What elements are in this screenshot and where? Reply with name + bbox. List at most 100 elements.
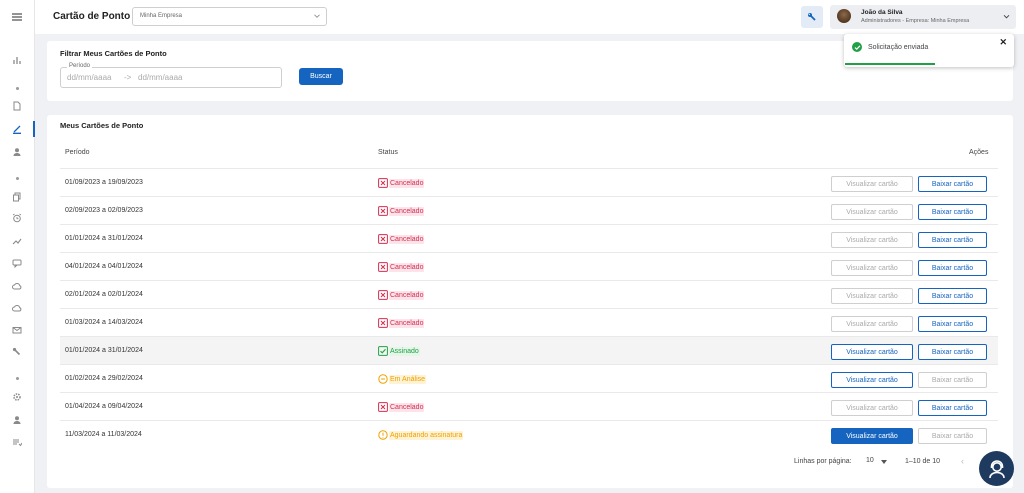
table-row: 01/03/2024 a 14/03/2024 Cancelado Visualiz… [60,308,998,336]
mail-icon[interactable] [10,324,24,336]
rows-per-page-select[interactable]: 10 [866,457,874,464]
alarm-icon[interactable] [10,212,24,224]
column-header-period: Período [65,149,90,156]
status-badge: Cancelado [378,178,425,188]
user-menu[interactable]: João da Silva Administradores - Empresa:… [830,5,1016,29]
tools-button[interactable] [801,6,823,28]
support-agent-icon [988,459,1005,478]
cloud-upload-icon[interactable] [10,280,24,292]
close-icon[interactable]: ✕ [999,37,1007,48]
period-field[interactable]: Período dd/mm/aaaa -> dd/mm/aaaa [60,63,282,88]
status-badge: Aguardando assinatura [378,430,464,440]
view-card-button[interactable]: Visualizar cartão [831,400,913,416]
bar-chart-icon[interactable] [10,54,24,66]
view-card-button[interactable]: Visualizar cartão [831,204,913,220]
list-icon[interactable] [10,436,24,448]
table-row: 01/09/2023 a 19/09/2023 Cancelado Visualiz… [60,168,998,196]
column-header-actions: Ações [969,149,989,156]
download-card-button[interactable]: Baixar cartão [918,288,987,304]
gear-icon[interactable] [10,391,24,403]
company-select[interactable]: Minha Empresa [132,7,327,26]
date-to-input[interactable]: dd/mm/aaaa [138,73,182,82]
download-card-button[interactable]: Baixar cartão [918,260,987,276]
document-icon[interactable] [10,100,24,112]
status-badge: Cancelado [378,262,425,272]
status-text: Em Análise [389,374,427,384]
view-card-button[interactable]: Visualizar cartão [831,428,913,444]
download-card-button[interactable]: Baixar cartão [918,400,987,416]
status-badge: Cancelado [378,234,425,244]
page-title: Cartão de Ponto [53,11,131,22]
chevron-down-icon [314,14,320,18]
status-badge: Cancelado [378,402,425,412]
filter-title: Filtrar Meus Cartões de Ponto [60,49,167,58]
download-card-button[interactable]: Baixar cartão [918,316,987,332]
row-period: 01/04/2024 a 09/04/2024 [65,403,143,410]
view-card-button[interactable]: Visualizar cartão [831,176,913,192]
row-period: 01/09/2023 a 19/09/2023 [65,179,143,186]
download-card-button[interactable]: Baixar cartão [918,372,987,388]
row-period: 11/03/2024 a 11/03/2024 [65,431,142,438]
prev-page-button[interactable]: ‹ [961,456,964,466]
avatar [837,9,851,23]
status-badge: Cancelado [378,318,425,328]
user-name: João da Silva [861,9,903,16]
table-row: 01/04/2024 a 09/04/2024 Cancelado Visualiz… [60,392,998,420]
toast-progress-bar [845,63,935,65]
help-button[interactable] [979,451,1014,486]
column-header-status: Status [378,149,398,156]
sidebar-section-dot [16,177,19,180]
view-card-button[interactable]: Visualizar cartão [831,288,913,304]
menu-icon[interactable] [10,11,24,23]
download-card-button[interactable]: Baixar cartão [918,428,987,444]
trend-icon[interactable] [10,235,24,247]
sidebar-section-dot [16,377,19,380]
view-card-button[interactable]: Visualizar cartão [831,316,913,332]
date-from-input[interactable]: dd/mm/aaaa [67,73,111,82]
row-period: 01/03/2024 a 14/03/2024 [65,319,143,326]
view-card-button[interactable]: Visualizar cartão [831,344,913,360]
x-box-icon [378,402,388,412]
wrench-icon[interactable] [10,346,24,358]
x-box-icon [378,290,388,300]
status-badge: Em Análise [378,374,427,384]
pen-icon[interactable] [10,123,24,135]
caret-down-icon[interactable] [881,460,887,464]
copy-icon[interactable] [10,191,24,203]
period-label: Período [67,63,93,69]
download-card-button[interactable]: Baixar cartão [918,344,987,360]
row-period: 02/09/2023 a 02/09/2023 [65,207,143,214]
user-settings-icon[interactable] [10,414,24,426]
cloud-download-icon[interactable] [10,302,24,314]
company-select-value: Minha Empresa [140,13,183,19]
wrench-icon [808,13,816,21]
status-badge: Cancelado [378,290,425,300]
status-text: Assinado [389,346,420,356]
status-text: Cancelado [389,318,425,328]
chat-icon[interactable] [10,257,24,269]
active-indicator [33,121,35,137]
view-card-button[interactable]: Visualizar cartão [831,232,913,248]
info-circle-icon [378,430,388,440]
status-text: Cancelado [389,206,425,216]
period-arrow: -> [124,73,132,82]
view-card-button[interactable]: Visualizar cartão [831,372,913,388]
user-icon[interactable] [10,146,24,158]
download-card-button[interactable]: Baixar cartão [918,204,987,220]
table-row: 01/01/2024 a 31/01/2024 Cancelado Visualiz… [60,224,998,252]
row-period: 01/02/2024 a 29/02/2024 [65,375,143,382]
check-circle-icon [852,42,862,52]
row-period: 02/01/2024 a 02/01/2024 [65,291,143,298]
download-card-button[interactable]: Baixar cartão [918,176,987,192]
view-card-button[interactable]: Visualizar cartão [831,260,913,276]
table-row: 02/01/2024 a 02/01/2024 Cancelado Visualiz… [60,280,998,308]
table-row: 02/09/2023 a 02/09/2023 Cancelado Visualiz… [60,196,998,224]
download-card-button[interactable]: Baixar cartão [918,232,987,248]
sidebar-section-dot [16,87,19,90]
chevron-down-icon [1003,14,1010,19]
pagination-range: 1–10 de 10 [905,458,941,465]
search-button[interactable]: Buscar [299,68,343,85]
check-box-icon [378,346,388,356]
x-box-icon [378,262,388,272]
table-title: Meus Cartões de Ponto [60,121,144,130]
